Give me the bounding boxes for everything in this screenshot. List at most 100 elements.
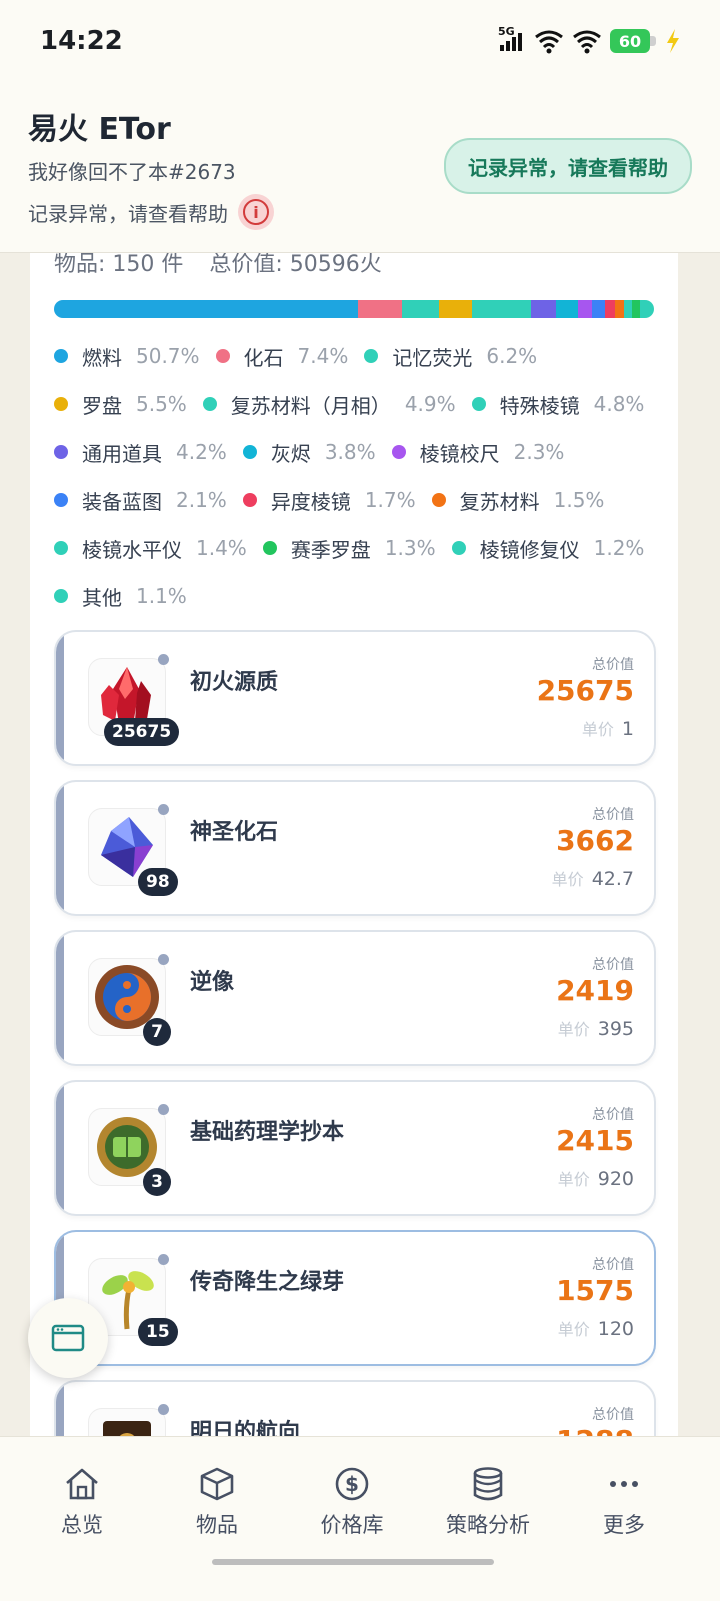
legend-item: 装备蓝图 2.1%: [54, 486, 227, 515]
legend-name: 化石: [243, 345, 284, 370]
item-card[interactable]: 7 逆像 总价值 2419 单价 395: [54, 930, 656, 1066]
legend-dot: [242, 445, 257, 459]
item-total-value: 2419: [556, 974, 634, 1007]
status-bar: 14:22 5G 60: [0, 0, 720, 90]
status-dot: [158, 654, 169, 665]
unit-price-label: 单价: [557, 1170, 590, 1189]
legend-dot: [202, 397, 217, 411]
category-legend: 燃料 50.7% 化石 7.4% 记忆荧光 6.2% 罗盘 5.5% 复苏材料（月相） 4.9% 特…: [54, 332, 664, 620]
card-accent-bar: [56, 782, 64, 914]
info-icon[interactable]: i: [238, 194, 274, 230]
total-value-label: 总价值: [592, 657, 634, 673]
unit-price-row: 单价 1: [582, 716, 634, 740]
legend-dot: [215, 349, 230, 363]
legend-percent: 4.2%: [176, 440, 227, 464]
nav-item-overview[interactable]: 总览: [22, 1467, 142, 1539]
legend-dot: [471, 397, 486, 411]
nav-item-price-library[interactable]: $ 价格库: [292, 1467, 412, 1539]
unit-price-value: 1: [621, 718, 634, 740]
legend-dot: [54, 397, 68, 411]
unit-price-value: 920: [597, 1168, 634, 1190]
total-value-label: 总价值: [592, 807, 634, 823]
category-bar-segment: [530, 300, 556, 318]
item-card[interactable]: 25675 初火源质 总价值 25675 单价 1: [54, 630, 656, 766]
legend-row: 通用道具 4.2% 灰烬 3.8% 棱镜校尺 2.3%: [54, 428, 664, 476]
legend-item: 通用道具 4.2%: [54, 438, 227, 467]
legend-percent: 4.8%: [593, 392, 645, 416]
total-value-label: 总价值: [592, 1257, 634, 1273]
category-bar-segment: [604, 300, 616, 318]
wifi-icon: [573, 30, 601, 54]
category-bar-segment: [54, 300, 358, 318]
window-toggle-button[interactable]: [28, 1298, 108, 1378]
category-bar-segment: [640, 300, 648, 318]
category-bar-segment: [439, 300, 473, 318]
nav-item-items[interactable]: 物品: [157, 1467, 277, 1539]
legend-dot: [54, 493, 68, 507]
dollar-icon: $: [335, 1467, 369, 1501]
category-bar-segment: [615, 300, 625, 318]
nav-item-strategy[interactable]: 策略分析: [428, 1467, 548, 1539]
bottom-navigation: 总览 物品 $ 价格库 策略分析 更多: [0, 1436, 720, 1601]
legend-dot: [391, 445, 406, 459]
legend-name: 装备蓝图: [82, 489, 162, 514]
legend-item: 其他 1.1%: [54, 582, 187, 611]
legend-row: 燃料 50.7% 化石 7.4% 记忆荧光 6.2%: [54, 332, 664, 380]
legend-name: 罗盘: [82, 393, 122, 418]
item-card[interactable]: 3 基础药理学抄本 总价值 2415 单价 920: [54, 1080, 656, 1216]
unit-price-row: 单价 42.7: [552, 866, 634, 890]
category-bar-segment: [624, 300, 633, 318]
legend-name: 复苏材料（月相）: [230, 393, 391, 418]
unit-price-label: 单价: [551, 870, 584, 889]
quantity-badge: 98: [138, 868, 178, 896]
legend-row: 其他 1.1%: [54, 572, 664, 620]
legend-name: 棱镜水平仪: [82, 537, 182, 562]
legend-percent: 1.1%: [136, 584, 187, 608]
legend-name: 复苏材料: [459, 489, 540, 514]
category-bar-segment: [357, 300, 403, 318]
legend-name: 棱镜校尺: [419, 441, 500, 466]
nav-item-more[interactable]: 更多: [564, 1467, 684, 1539]
item-card[interactable]: 98 神圣化石 总价值 3662 单价 42.7: [54, 780, 656, 916]
legend-percent: 50.7%: [136, 344, 200, 368]
item-name: 初火源质: [190, 670, 279, 695]
item-name: 基础药理学抄本: [190, 1120, 345, 1145]
inventory-panel: 物品: 150 件 总价值: 50596火 燃料 50.7% 化石 7.4% 记忆荧光 6…: [30, 240, 678, 1516]
legend-name: 异度棱镜: [270, 489, 351, 514]
database-icon: [473, 1467, 503, 1501]
legend-percent: 1.7%: [364, 488, 416, 512]
card-accent-bar: [56, 632, 64, 764]
nav-label: 物品: [196, 1513, 238, 1537]
total-value-label: 总价值: [592, 1107, 634, 1123]
category-bar-segment: [632, 300, 641, 318]
record-warning-text: 记录异常，请查看帮助: [28, 201, 228, 226]
legend-percent: 5.5%: [136, 392, 187, 416]
legend-dot: [54, 541, 68, 555]
legend-dot: [431, 493, 446, 507]
legend-item: 复苏材料 1.5%: [431, 486, 604, 515]
item-name: 神圣化石: [190, 820, 279, 845]
quantity-badge: 3: [143, 1168, 171, 1196]
unit-price-value: 42.7: [591, 868, 634, 890]
nav-label: 更多: [603, 1513, 645, 1537]
unit-price-row: 单价 120: [558, 1316, 634, 1340]
item-total-value: 2415: [556, 1124, 634, 1157]
help-button[interactable]: 记录异常，请查看帮助: [444, 138, 692, 194]
unit-price-value: 395: [597, 1018, 634, 1040]
legend-percent: 3.8%: [324, 440, 376, 464]
legend-item: 棱镜水平仪 1.4%: [54, 534, 247, 563]
item-card[interactable]: 15 传奇降生之绿芽 总价值 1575 单价 120: [54, 1230, 656, 1366]
item-name: 传奇降生之绿芽: [190, 1270, 345, 1295]
unit-price-label: 单价: [581, 720, 614, 739]
card-accent-bar: [56, 1082, 64, 1214]
status-dot: [158, 1104, 169, 1115]
legend-percent: 6.2%: [486, 344, 538, 368]
category-bar-segment: [501, 300, 531, 318]
item-total-value: 25675: [536, 674, 634, 707]
category-bar-segment: [472, 300, 502, 318]
status-time: 14:22: [40, 26, 123, 56]
home-indicator: [212, 1559, 494, 1565]
legend-item: 化石 7.4%: [215, 342, 348, 371]
status-icons: 5G 60: [498, 25, 682, 54]
legend-name: 棱镜修复仪: [479, 537, 580, 562]
